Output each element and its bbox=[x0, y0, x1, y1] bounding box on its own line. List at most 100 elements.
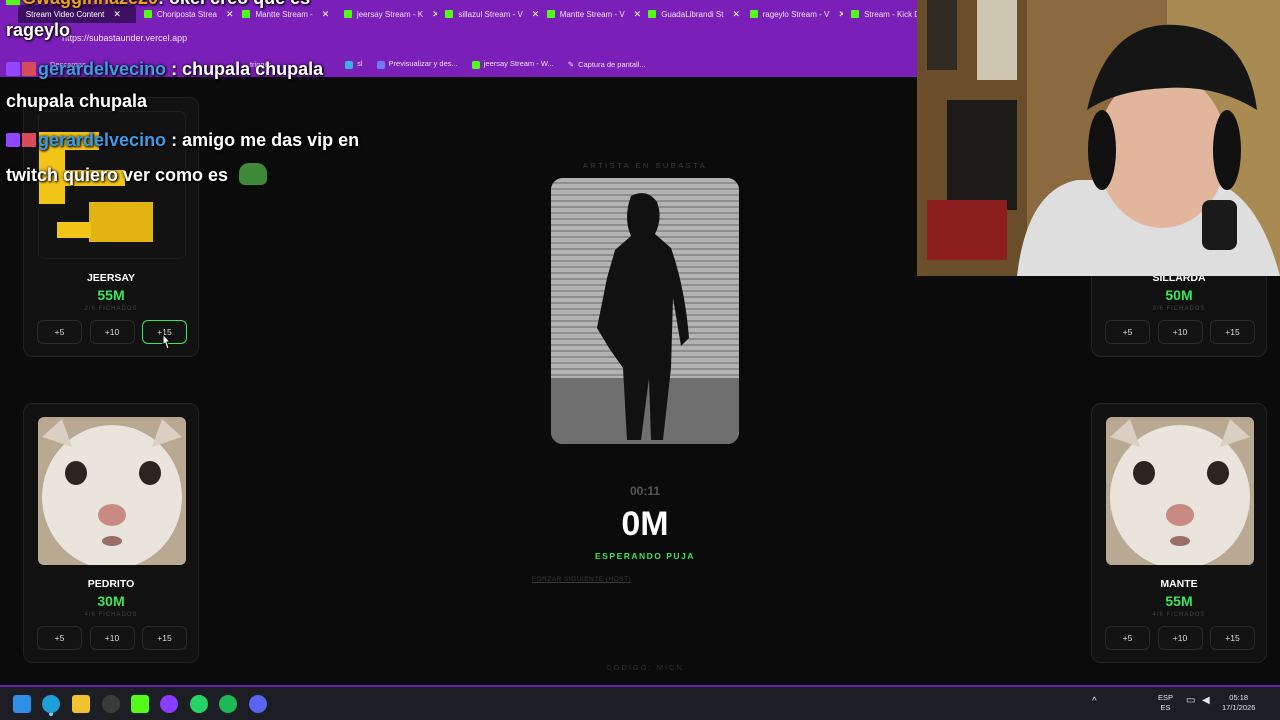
language-indicator[interactable]: ESP ES bbox=[1158, 693, 1173, 713]
pen-icon: ✎ bbox=[567, 59, 575, 69]
auction-timer: 00:11 bbox=[629, 484, 661, 498]
chat-message-1: Gwagginhaze20: okei creo que es bbox=[6, 0, 310, 9]
tab-mantte-2[interactable]: Mantte Stream - V ✕ bbox=[539, 5, 640, 23]
screen: Stream Video Content ✕ Choriposta Strea ✕ … bbox=[0, 0, 1280, 720]
bookmark-jeersay[interactable]: jeersay Stream - W... bbox=[471, 59, 554, 69]
kick-icon bbox=[851, 10, 860, 18]
clock-time: 05:18 bbox=[1229, 693, 1249, 702]
mod-badge-icon bbox=[22, 62, 36, 76]
player-avatar bbox=[1106, 417, 1254, 565]
chat-message-3-cont: twitch quiero ver como es bbox=[6, 163, 268, 186]
close-icon[interactable]: ✕ bbox=[226, 9, 234, 20]
bid-plus-15-button[interactable]: +15 bbox=[1210, 626, 1255, 650]
kick-app-icon[interactable] bbox=[131, 695, 149, 713]
player-name: MANTE bbox=[1160, 578, 1198, 590]
kick-icon bbox=[445, 10, 454, 18]
network-icon[interactable]: ▭ bbox=[1186, 696, 1195, 706]
mod-badge-icon bbox=[22, 133, 36, 147]
bid-plus-10-button[interactable]: +10 bbox=[89, 320, 135, 344]
tab-label: GuadaLibrandi St bbox=[661, 9, 724, 19]
address-bar[interactable]: https://subastaunder.vercel.app bbox=[62, 33, 187, 43]
chat-text: : chupala chupala bbox=[166, 59, 324, 79]
chat-message-2: gerardelvecino : chupala chupala bbox=[6, 59, 323, 80]
bid-plus-5-button[interactable]: +5 bbox=[1105, 626, 1150, 650]
close-icon[interactable]: ✕ bbox=[532, 9, 539, 20]
bid-plus-10-button[interactable]: +10 bbox=[1157, 626, 1203, 650]
close-icon[interactable]: ✕ bbox=[732, 9, 740, 20]
player-money: 55M bbox=[97, 287, 125, 303]
artist-label: ARTISTA EN SUBASTA bbox=[582, 161, 708, 170]
bookmark-label: sl bbox=[357, 59, 363, 69]
player-fichados: 3/6 FICHADOS bbox=[1152, 306, 1206, 312]
bid-plus-10-button[interactable]: +10 bbox=[89, 626, 135, 650]
sub-badge-icon bbox=[6, 133, 20, 147]
chat-username: gerardelvecino bbox=[38, 59, 167, 79]
player-fichados: 4/6 FICHADOS bbox=[84, 612, 138, 618]
windows-start-icon[interactable] bbox=[13, 695, 31, 713]
tab-rageylo[interactable]: rageylo Stream - V ✕ bbox=[742, 5, 843, 23]
tab-label: Mantte Stream - V bbox=[559, 9, 625, 19]
webcam-feed bbox=[917, 0, 1280, 276]
force-next-link[interactable]: FORZAR SIGUIENTE (HOST) bbox=[532, 576, 631, 583]
tab-label: Stream Video Content bbox=[25, 9, 105, 19]
player-name: PEDRITO bbox=[87, 578, 135, 590]
bid-plus-15-button[interactable]: +15 bbox=[1210, 320, 1255, 344]
room-code: CODIGO: MICN bbox=[606, 663, 684, 672]
chat-username: Gwagginhaze20 bbox=[22, 0, 158, 8]
kick-icon bbox=[471, 60, 480, 69]
bid-plus-5-button[interactable]: +5 bbox=[37, 320, 82, 344]
mouse-cursor-icon bbox=[162, 333, 172, 350]
obs-icon[interactable] bbox=[102, 695, 120, 713]
volume-icon[interactable]: ◀ bbox=[1202, 696, 1210, 706]
kick-icon bbox=[343, 10, 352, 18]
language-code: ESP bbox=[1158, 693, 1174, 702]
chat-text: twitch quiero ver como es bbox=[6, 165, 229, 185]
webcam-image bbox=[917, 0, 1280, 276]
close-icon[interactable]: ✕ bbox=[113, 9, 121, 20]
bid-plus-10-button[interactable]: +10 bbox=[1157, 320, 1203, 344]
tab-label: sillazul Stream - V bbox=[458, 9, 523, 19]
kick-icon bbox=[749, 10, 758, 18]
bid-plus-5-button[interactable]: +5 bbox=[1105, 320, 1150, 344]
player-card-mante: MANTE 55M 4/6 FICHADOS +5 +10 +15 bbox=[1091, 403, 1267, 663]
close-icon[interactable]: ✕ bbox=[322, 9, 330, 20]
bid-plus-5-button[interactable]: +5 bbox=[37, 626, 82, 650]
bookmark-sl[interactable]: sl bbox=[345, 59, 363, 69]
player-card-pedrito: PEDRITO 30M 4/6 FICHADOS +5 +10 +15 bbox=[23, 403, 199, 663]
tab-label: Stream - Kick Da bbox=[864, 9, 917, 19]
player-money: 30M bbox=[97, 593, 125, 609]
clock[interactable]: 05:18 17/1/2026 bbox=[1222, 693, 1255, 713]
file-explorer-icon[interactable] bbox=[72, 695, 90, 713]
tab-sillazul[interactable]: sillazul Stream - V ✕ bbox=[437, 5, 539, 23]
kick-badge-icon bbox=[6, 0, 20, 5]
kick-icon bbox=[143, 10, 152, 18]
whatsapp-icon[interactable] bbox=[190, 695, 208, 713]
tab-label: rageylo Stream - V bbox=[762, 9, 830, 19]
tab-guadalibrandi[interactable]: GuadaLibrandi St ✕ bbox=[640, 5, 741, 23]
current-price: 0M bbox=[621, 505, 669, 543]
bid-buttons: +5 +10 +15 bbox=[1105, 320, 1255, 344]
bookmark-previsualizar[interactable]: Previsualizar y des... bbox=[376, 59, 458, 69]
canva-icon[interactable] bbox=[160, 695, 178, 713]
edge-browser-icon[interactable] bbox=[42, 695, 60, 713]
chat-username: gerardelvecino bbox=[38, 130, 167, 150]
tab-label: jeersay Stream - K bbox=[356, 9, 424, 19]
tab-jeersay[interactable]: jeersay Stream - K ✕ bbox=[336, 5, 437, 23]
spotify-icon[interactable] bbox=[219, 695, 237, 713]
cat-photo bbox=[38, 417, 186, 565]
bookmark-captura[interactable]: ✎ Captura de pantall... bbox=[568, 60, 646, 69]
sub-badge-icon bbox=[6, 62, 20, 76]
keyboard-code: ES bbox=[1160, 703, 1171, 712]
tab-kick[interactable]: Stream - Kick Da bbox=[843, 5, 917, 23]
discord-icon[interactable] bbox=[249, 695, 267, 713]
player-fichados: 4/6 FICHADOS bbox=[1152, 612, 1206, 618]
tab-label: Choriposta Strea bbox=[156, 9, 217, 19]
bid-buttons: +5 +10 +15 bbox=[37, 626, 187, 650]
player-fichados: 2/6 FICHADOS bbox=[84, 306, 138, 312]
tray-chevron-icon[interactable]: ^ bbox=[1092, 697, 1097, 707]
tab-list-icon[interactable] bbox=[2, 9, 14, 19]
bid-plus-15-button[interactable]: +15 bbox=[142, 626, 187, 650]
chat-text: : okei creo que es bbox=[158, 0, 310, 8]
silhouette-photo bbox=[551, 178, 739, 444]
kick-icon bbox=[648, 10, 657, 18]
